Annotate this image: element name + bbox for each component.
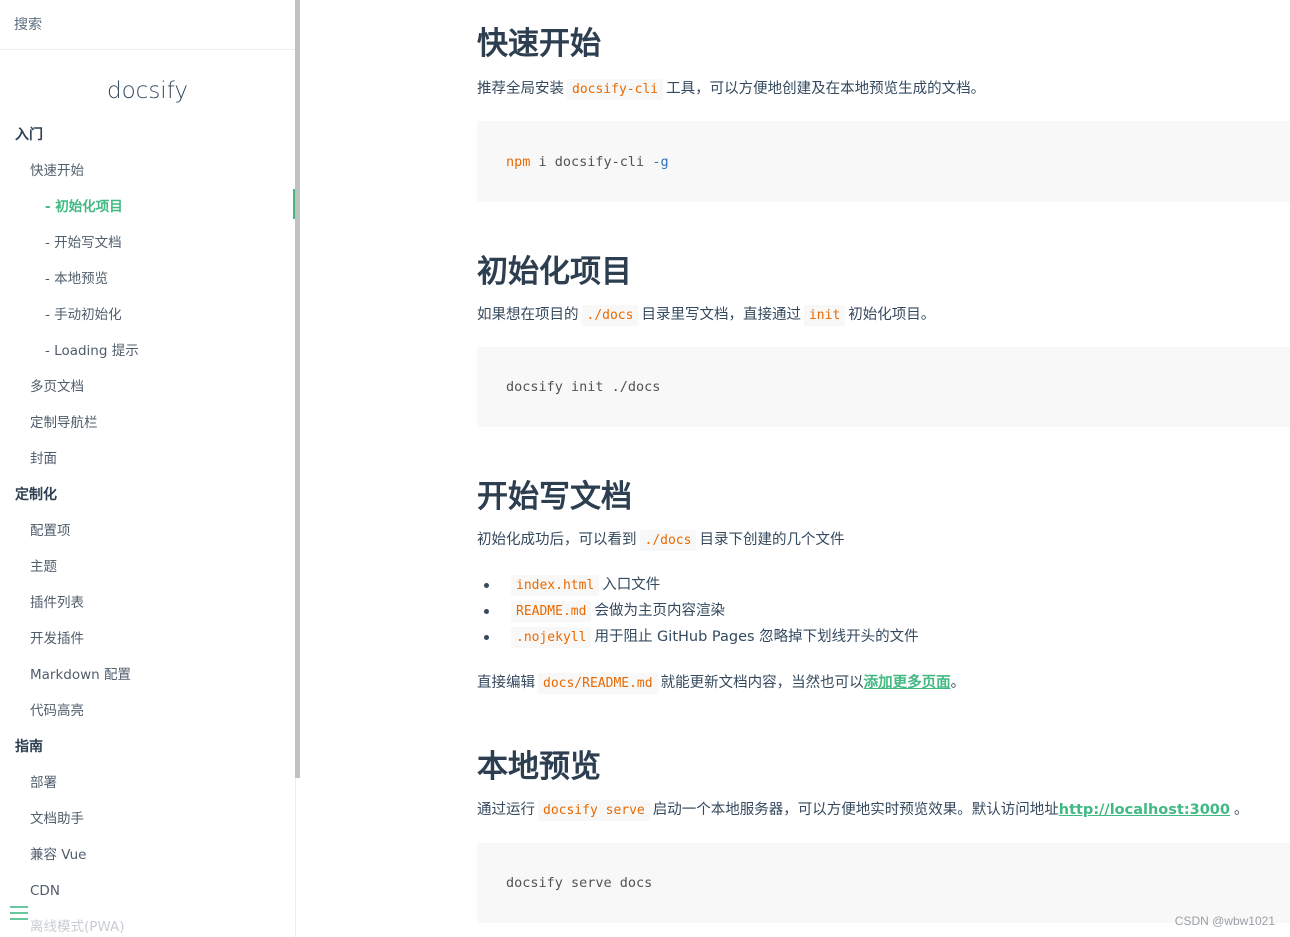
code-block-install: npm i docsify-cli -g xyxy=(477,121,1290,202)
sidebar-item[interactable]: 部署 xyxy=(0,765,295,801)
heading-write-docs: 开始写文档 xyxy=(477,479,632,515)
sidebar: docsify 入门快速开始- 初始化项目- 开始写文档- 本地预览- 手动初始… xyxy=(0,0,296,937)
paragraph-edit: 直接编辑 docs/README.md 就能更新文档内容，当然也可以添加更多页面。 xyxy=(477,671,965,696)
inline-code: docsify serve xyxy=(538,800,650,821)
inline-code: docsify-cli xyxy=(567,79,664,100)
sidebar-item[interactable]: CDN xyxy=(0,873,295,909)
app-name-link[interactable]: docsify xyxy=(0,73,295,109)
list-item: README.md 会做为主页内容渲染 xyxy=(477,598,1290,624)
code-block-serve: docsify serve docs xyxy=(477,843,1290,923)
sidebar-item[interactable]: 兼容 Vue xyxy=(0,837,295,873)
sidebar-item[interactable]: - Loading 提示 xyxy=(0,333,295,369)
sidebar-nav: 入门快速开始 - 初始化项目 - 开始写文档 - 本地预览 - 手动初始化 - Loadi… xyxy=(0,117,295,937)
sidebar-item[interactable]: - 手动初始化 xyxy=(0,297,295,333)
sidebar-section-heading: 指南 xyxy=(15,739,43,755)
localhost-link[interactable]: http://localhost:3000 xyxy=(1059,802,1230,818)
sidebar-item[interactable]: 多页文档 xyxy=(0,369,295,405)
inline-code: ./docs xyxy=(581,305,639,326)
sidebar-item[interactable]: 插件列表 xyxy=(0,585,295,621)
menu-toggle-icon[interactable] xyxy=(10,906,28,922)
sidebar-item[interactable]: 快速开始 xyxy=(0,153,295,189)
sidebar-item[interactable]: 文档助手 xyxy=(0,801,295,837)
paragraph-init: 如果想在项目的 ./docs 目录里写文档，直接通过 init 初始化项目。 xyxy=(477,303,935,328)
add-more-pages-link[interactable]: 添加更多页面 xyxy=(864,675,951,691)
heading-local-preview: 本地预览 xyxy=(477,749,601,785)
paragraph-install: 推荐全局安装 docsify-cli 工具，可以方便地创建及在本地预览生成的文档。 xyxy=(477,77,985,102)
sidebar-item[interactable]: Markdown 配置 xyxy=(0,657,295,693)
sidebar-item[interactable]: 配置项 xyxy=(0,513,295,549)
sidebar-item[interactable]: 离线模式(PWA) xyxy=(0,909,295,937)
sidebar-section-heading: 定制化 xyxy=(15,487,57,503)
heading-quick-start: 快速开始 xyxy=(477,26,601,62)
watermark: CSDN @wbw1021 xyxy=(1174,914,1275,928)
sidebar-item[interactable]: 开发插件 xyxy=(0,621,295,657)
sidebar-item[interactable]: - 本地预览 xyxy=(0,261,295,297)
code-block-init: docsify init ./docs xyxy=(477,347,1290,427)
sidebar-section-heading: 入门 xyxy=(15,127,43,143)
file-list: index.html 入口文件 README.md 会做为主页内容渲染 .nojek… xyxy=(477,572,1290,650)
sidebar-item[interactable]: 代码高亮 xyxy=(0,693,295,729)
list-item: index.html 入口文件 xyxy=(477,572,1290,598)
list-item: .nojekyll 用于阻止 GitHub Pages 忽略掉下划线开头的文件 xyxy=(477,624,1290,650)
inline-code: init xyxy=(803,305,846,326)
search-input[interactable] xyxy=(14,17,274,33)
sidebar-item[interactable]: - 初始化项目 xyxy=(0,189,295,225)
sidebar-item[interactable]: - 开始写文档 xyxy=(0,225,295,261)
paragraph-serve: 通过运行 docsify serve 启动一个本地服务器，可以方便地实时预览效果。默… xyxy=(477,798,1249,823)
inline-code: docs/README.md xyxy=(538,673,658,694)
heading-init-project: 初始化项目 xyxy=(477,254,632,290)
paragraph-files: 初始化成功后，可以看到 ./docs 目录下创建的几个文件 xyxy=(477,528,844,553)
sidebar-item[interactable]: 主题 xyxy=(0,549,295,585)
inline-code: ./docs xyxy=(639,530,697,551)
sidebar-scrollbar[interactable] xyxy=(295,0,300,778)
sidebar-item[interactable]: 定制导航栏 xyxy=(0,405,295,441)
search-box xyxy=(0,0,295,50)
sidebar-item[interactable]: 封面 xyxy=(0,441,295,477)
